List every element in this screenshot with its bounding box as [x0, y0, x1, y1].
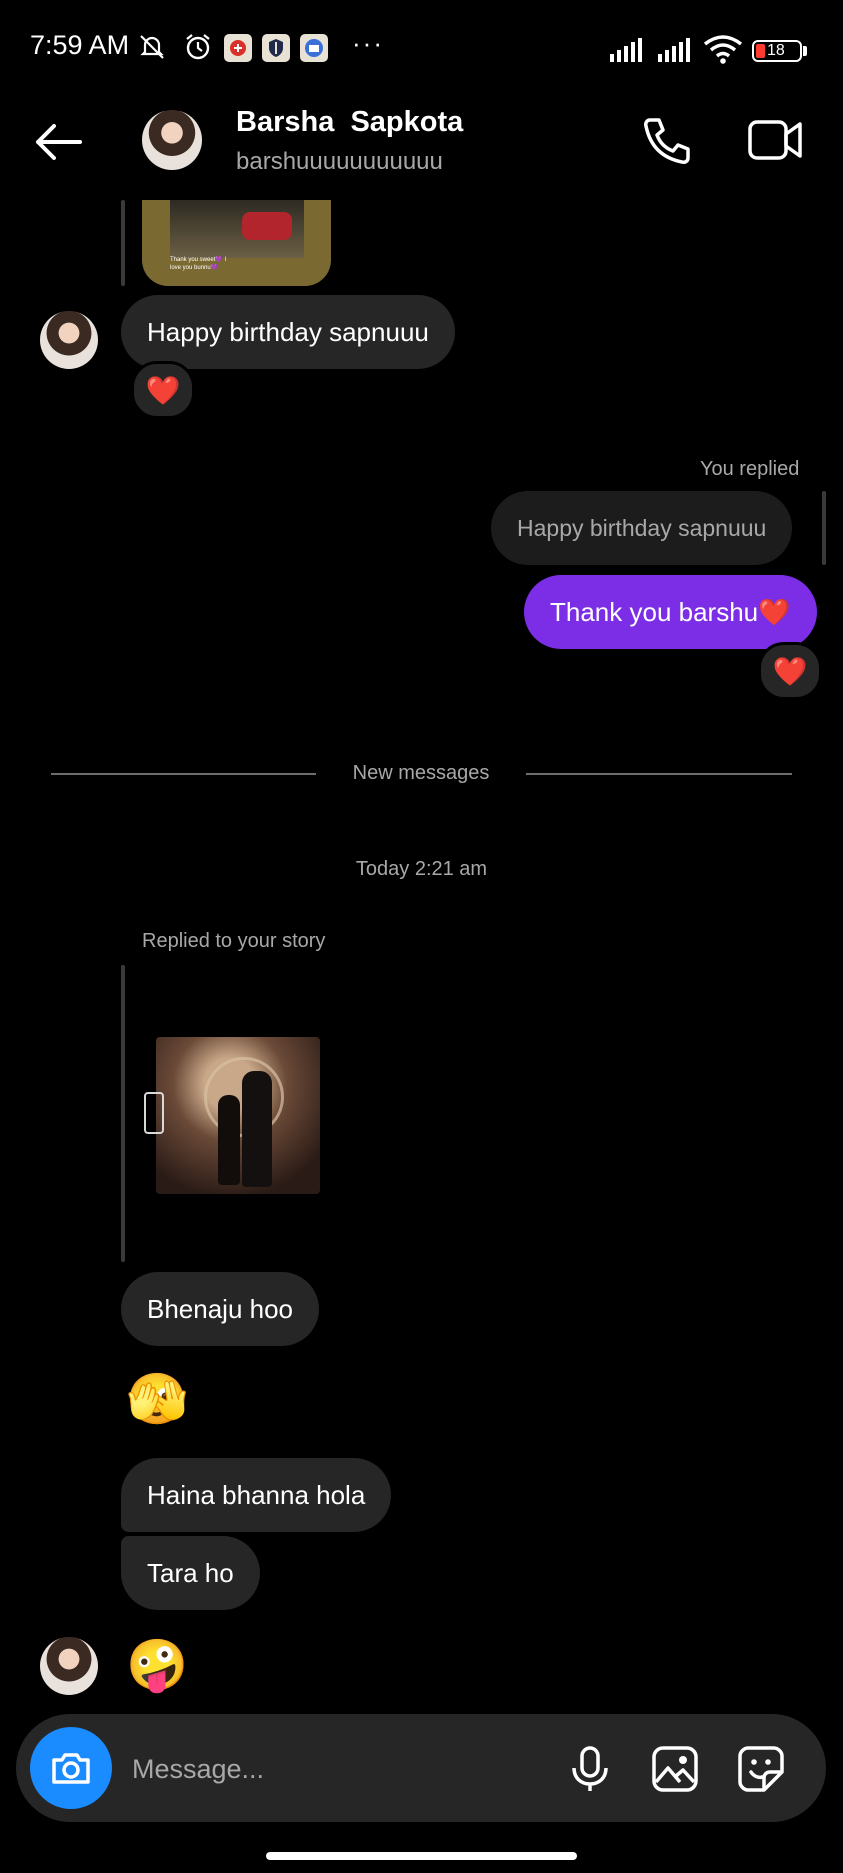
email-app-icon [300, 34, 328, 62]
shield-app-icon [262, 34, 290, 62]
more-notifications-icon: ··· [352, 28, 384, 58]
story-photo[interactable] [156, 1037, 320, 1194]
emoji-message[interactable]: 🫣 [126, 1370, 188, 1429]
divider-right [526, 773, 792, 775]
microphone-icon[interactable] [566, 1744, 614, 1794]
message-bubble[interactable]: Haina bhanna hola [121, 1458, 392, 1532]
home-indicator[interactable] [266, 1852, 577, 1860]
camera-icon [52, 1753, 90, 1784]
story-thumbnail[interactable]: Thank you sweet💜 I love you bunnu💜 [142, 200, 331, 286]
gallery-icon[interactable] [650, 1744, 700, 1794]
app-notification-icon [224, 34, 252, 62]
quoted-message[interactable]: Happy birthday sapnuuu [491, 491, 793, 565]
contact-name[interactable]: Barsha Sapkota [236, 106, 463, 139]
phone-icon[interactable] [640, 114, 694, 168]
contact-avatar[interactable] [142, 110, 202, 170]
video-camera-icon[interactable] [746, 116, 804, 164]
message-input[interactable] [130, 1748, 534, 1790]
car-shape [242, 212, 292, 240]
contact-avatar-small[interactable] [40, 311, 98, 369]
new-messages-label: New messages [352, 762, 490, 784]
message-bubble[interactable]: Tara ho [121, 1536, 260, 1610]
person-shape [242, 1071, 272, 1187]
reply-line [121, 965, 125, 1262]
reaction-heart[interactable]: ❤️ [758, 642, 822, 700]
signal-icon-2 [658, 38, 690, 62]
emoji-message[interactable]: 🤪 [126, 1636, 188, 1695]
mute-bell-icon [140, 35, 164, 59]
story-frame-icon [144, 1092, 164, 1134]
alarm-icon [186, 34, 210, 60]
camera-button[interactable] [30, 1727, 112, 1809]
reply-line-right [822, 491, 826, 565]
divider-left [51, 773, 316, 775]
contact-avatar-small[interactable] [40, 1637, 98, 1695]
reaction-heart[interactable]: ❤️ [131, 361, 195, 419]
battery-icon: 18 [752, 40, 802, 62]
story-photo [170, 200, 304, 258]
contact-username[interactable]: barshuuuuuuuuuuu [236, 148, 443, 176]
story-caption: Thank you sweet💜 I love you bunnu💜 [170, 257, 227, 271]
status-time: 7:59 AM [30, 30, 130, 60]
battery-tip [803, 46, 807, 56]
sent-message-bubble[interactable]: Thank you barshu❤️ [524, 575, 817, 649]
you-replied-label: You replied [700, 458, 800, 480]
message-bubble[interactable]: Happy birthday sapnuuu [121, 295, 455, 369]
wifi-icon [703, 35, 743, 64]
message-bubble[interactable]: Bhenaju hoo [121, 1272, 320, 1346]
sticker-icon[interactable] [736, 1744, 786, 1794]
signal-icon-1 [610, 38, 642, 62]
back-arrow-icon[interactable] [32, 120, 84, 164]
person-shape [218, 1095, 240, 1185]
message-timestamp: Today 2:21 am [355, 858, 488, 880]
reply-line [121, 200, 125, 286]
status-bar: 7:59 AM ··· 18 [0, 0, 843, 100]
battery-level: 18 [767, 42, 785, 59]
story-reply-label: Replied to your story [142, 930, 326, 952]
